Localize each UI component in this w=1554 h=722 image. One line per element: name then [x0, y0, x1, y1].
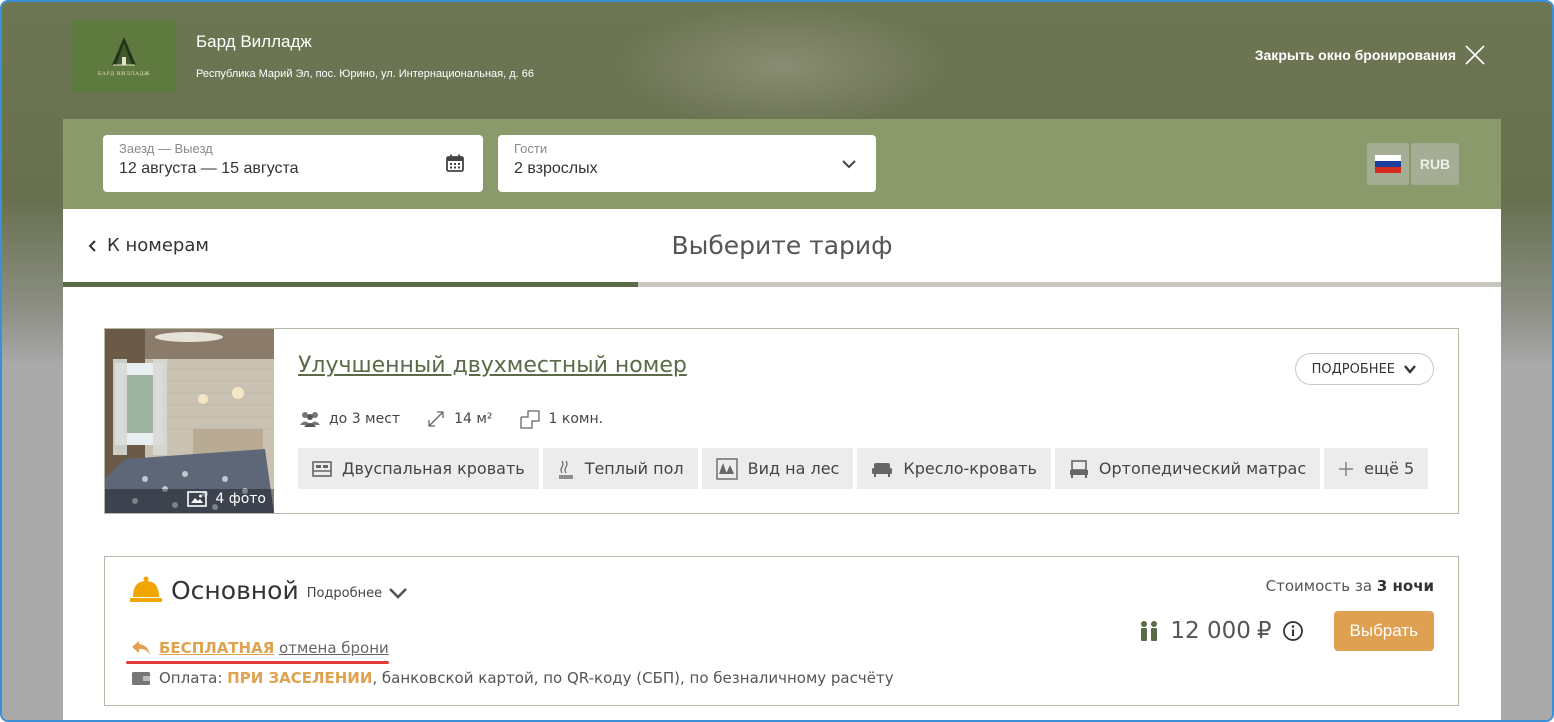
image-icon	[187, 491, 208, 507]
rooms-icon	[519, 410, 540, 429]
cancellation-info[interactable]: БЕСПЛАТНАЯ отмена брони	[131, 639, 389, 657]
calendar-icon	[446, 154, 464, 172]
payment-info: Оплата: ПРИ ЗАСЕЛЕНИИ, банковской картой…	[131, 669, 894, 687]
warm-floor-icon	[558, 460, 573, 479]
amenity-item: Кресло-кровать	[857, 448, 1051, 489]
amenity-label: Вид на лес	[747, 459, 840, 478]
russia-flag-icon	[1375, 155, 1401, 173]
amenity-item: Двуспальная кровать	[298, 448, 539, 489]
info-icon[interactable]	[1282, 620, 1304, 642]
capacity-value: до 3 мест	[329, 411, 401, 427]
area-icon	[428, 411, 444, 427]
rooms-value: 1 комн.	[548, 411, 604, 427]
price-currency: ₽	[1256, 618, 1272, 644]
highlight-underline	[126, 661, 389, 664]
room-details-label: ПОДРОБНЕЕ	[1311, 361, 1395, 377]
amenity-label: Кресло-кровать	[903, 459, 1037, 478]
step-title: Выберите тариф	[671, 231, 893, 260]
more-amenities-button[interactable]: ещё 5	[1324, 448, 1429, 489]
photo-count: 4 фото	[215, 491, 266, 507]
select-tariff-button[interactable]: Выбрать	[1333, 611, 1434, 651]
cancellation-free-label: БЕСПЛАТНАЯ	[159, 639, 275, 657]
room-photo[interactable]: 4 фото	[105, 329, 274, 513]
amenity-item: Теплый пол	[542, 448, 698, 489]
guests-label: Гости	[514, 141, 548, 156]
booking-window: БАРД ВИЛЛАДЖ Бард Вилладж Республика Мар…	[0, 0, 1554, 722]
price-value: 12 000 ₽	[1170, 618, 1271, 644]
capacity-item: до 3 мест	[299, 409, 400, 429]
chevron-down-icon	[389, 588, 408, 599]
wallet-icon	[132, 672, 150, 685]
tariff-header: Основной Подробнее	[129, 575, 408, 605]
background-blur	[612, 2, 952, 132]
price-caption-nights: 3 ночи	[1376, 577, 1434, 595]
amenity-item: Вид на лес	[701, 448, 854, 489]
mattress-icon	[1069, 459, 1088, 478]
step-progress-fill	[63, 282, 638, 287]
tariff-card: Основной Подробнее БЕСПЛАТНАЯ отмена бро…	[104, 556, 1459, 706]
hotel-address: Республика Марий Эл, пос. Юрино, ул. Инт…	[196, 68, 534, 80]
currency-button[interactable]: RUB	[1411, 143, 1459, 185]
sofa-bed-icon	[872, 462, 893, 477]
room-meta: до 3 мест 14 м² 1 комн.	[299, 409, 603, 429]
room-title-link[interactable]: Улучшенный двухместный номер	[298, 353, 687, 378]
logo-text: БАРД ВИЛЛАДЖ	[97, 71, 151, 77]
forest-view-icon	[715, 457, 738, 480]
room-card: 4 фото Улучшенный двухместный номер ПОДР…	[104, 328, 1459, 514]
close-booking-button[interactable]: Закрыть окно бронирования	[1255, 44, 1486, 66]
dates-label: Заезд — Выезд	[119, 141, 213, 156]
chevron-down-icon	[842, 160, 856, 169]
photo-count-badge: 4 фото	[187, 491, 266, 507]
dates-value: 12 августа — 15 августа	[119, 160, 299, 177]
close-booking-label: Закрыть окно бронирования	[1254, 47, 1456, 63]
amenity-label: Двуспальная кровать	[342, 459, 525, 478]
price-caption: Стоимость за 3 ночи	[1266, 577, 1434, 595]
language-button[interactable]	[1367, 143, 1409, 185]
amenity-item: Ортопедический матрас	[1054, 448, 1321, 489]
area-item: 14 м²	[426, 409, 493, 429]
payment-prefix: Оплата:	[159, 669, 223, 687]
chevron-down-icon	[1404, 365, 1416, 374]
payment-methods-rest: , банковской картой, по QR-коду (СБП), п…	[372, 669, 894, 687]
guests-field[interactable]: Гости 2 взрослых	[498, 135, 876, 192]
room-details-button[interactable]: ПОДРОБНЕЕ	[1294, 353, 1434, 385]
cancellation-rest-label: отмена брони	[279, 639, 389, 657]
dates-field[interactable]: Заезд — Выезд 12 августа — 15 августа	[103, 135, 483, 192]
logo-tree-icon	[111, 37, 136, 66]
area-value: 14 м²	[454, 411, 493, 427]
hotel-name: Бард Вилладж	[196, 32, 312, 51]
amenity-label: Теплый пол	[584, 459, 684, 478]
bed-icon	[312, 460, 332, 477]
plus-icon	[1339, 461, 1354, 476]
close-icon	[1465, 45, 1485, 65]
guests-value: 2 взрослых	[514, 160, 598, 177]
rate-selection-panel: К номерам Выберите тариф 4 фото Улучшенн…	[63, 209, 1501, 720]
payment-method-strong: ПРИ ЗАСЕЛЕНИИ	[227, 669, 373, 687]
service-bell-icon	[130, 576, 162, 602]
more-amenities-label: ещё 5	[1364, 459, 1415, 478]
price-amount: 12 000	[1170, 618, 1251, 644]
undo-icon	[132, 641, 150, 655]
amenity-label: Ортопедический матрас	[1098, 459, 1307, 478]
search-bar: Заезд — Выезд 12 августа — 15 августа Го…	[63, 119, 1501, 209]
price-row: 12 000 ₽ Выбрать	[1138, 611, 1434, 651]
price-caption-prefix: Стоимость за	[1265, 577, 1373, 595]
amenities-list: Двуспальная кровать Теплый пол Вид на ле…	[298, 448, 1429, 489]
room-photo-image	[105, 329, 274, 513]
tariff-details-label: Подробнее	[306, 585, 383, 601]
two-guests-icon	[1141, 621, 1158, 641]
tariff-title: Основной	[171, 575, 299, 605]
guests-icon	[300, 412, 320, 427]
tariff-details-toggle[interactable]: Подробнее	[307, 586, 408, 601]
hotel-logo: БАРД ВИЛЛАДЖ	[72, 20, 176, 92]
rooms-item: 1 комн.	[519, 409, 604, 429]
